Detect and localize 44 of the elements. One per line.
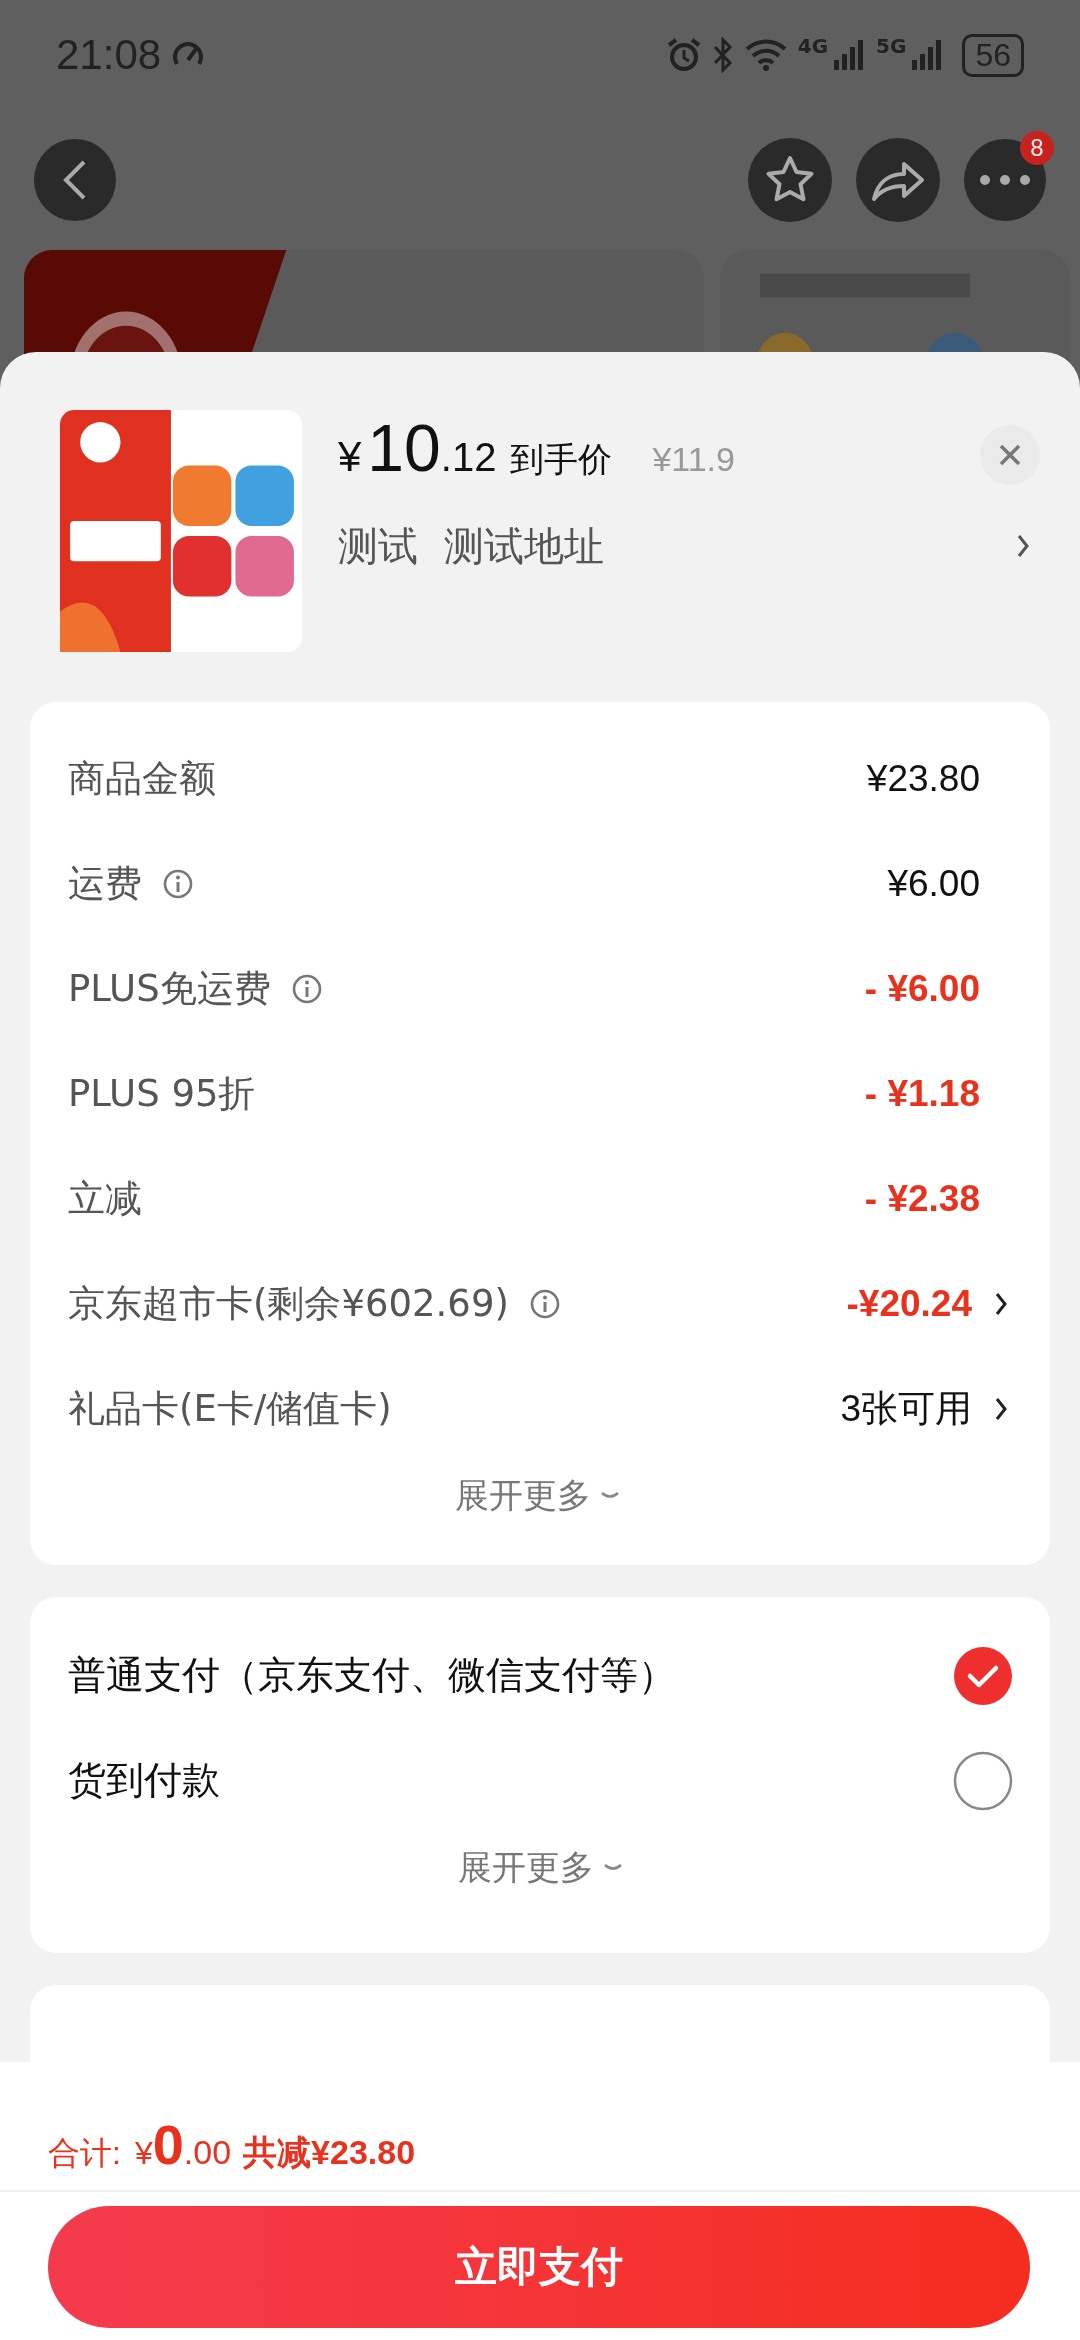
payment-option[interactable]: 普通支付（京东支付、微信支付等） [68,1623,1014,1728]
checked-radio-icon[interactable] [952,1644,1014,1707]
cost-value: - ¥6.00 [864,967,980,1010]
chevron-right-icon[interactable] [994,1290,1008,1317]
cost-label: PLUS 95折 [68,1070,256,1117]
cost-label: 京东超市卡(剩余¥602.69) [68,1280,509,1327]
cost-label: 运费 [68,860,142,907]
network-label: 4G [797,34,829,58]
price-label: 到手价 [510,438,613,481]
cost-label: 立减 [68,1175,142,1222]
total-amount: 合计: ¥0.00 共减¥23.80 [0,2062,1080,2192]
price: ¥10.12 [338,410,497,486]
cost-value: -¥20.24 [846,1282,972,1325]
info-icon[interactable] [162,867,194,900]
notification-badge: 8 [1020,131,1054,165]
expand-more-button[interactable]: 展开更多 [458,1845,624,1891]
info-icon[interactable] [290,972,323,1005]
cost-value: ¥23.80 [866,757,980,800]
chevron-right-icon [1016,533,1030,559]
pay-now-button[interactable]: 立即支付 [48,2206,1030,2328]
battery-indicator: 56 [962,33,1024,77]
cost-value: - ¥2.38 [864,1177,980,1220]
info-icon[interactable] [528,1287,561,1320]
network-label: 5G [876,34,907,58]
cost-label: 礼品卡(E卡/储值卡) [68,1385,392,1432]
expand-more-button[interactable]: 展开更多 [455,1473,621,1519]
wifi-icon [743,37,788,73]
chevron-right-icon[interactable] [994,1395,1008,1422]
cost-value: ¥6.00 [887,862,980,905]
radio-icon[interactable] [952,1749,1014,1812]
cost-value: 3张可用 [840,1386,972,1431]
alarm-icon [665,37,702,73]
bluetooth-icon [711,37,734,73]
more-icon [979,174,1031,186]
recipient-name: 测试 [338,521,418,571]
payment-option[interactable]: 货到付款 [68,1728,1014,1833]
cost-label: 商品金额 [68,755,216,802]
cost-value: - ¥1.18 [864,1072,980,1115]
address-text: 测试地址 [444,521,604,571]
cost-label: PLUS免运费 [68,965,271,1012]
status-time: 21:08 [56,31,162,79]
address-row[interactable]: 测试 测试地址 [338,506,1050,586]
original-price: ¥11.9 [652,440,735,479]
close-icon [999,444,1021,466]
